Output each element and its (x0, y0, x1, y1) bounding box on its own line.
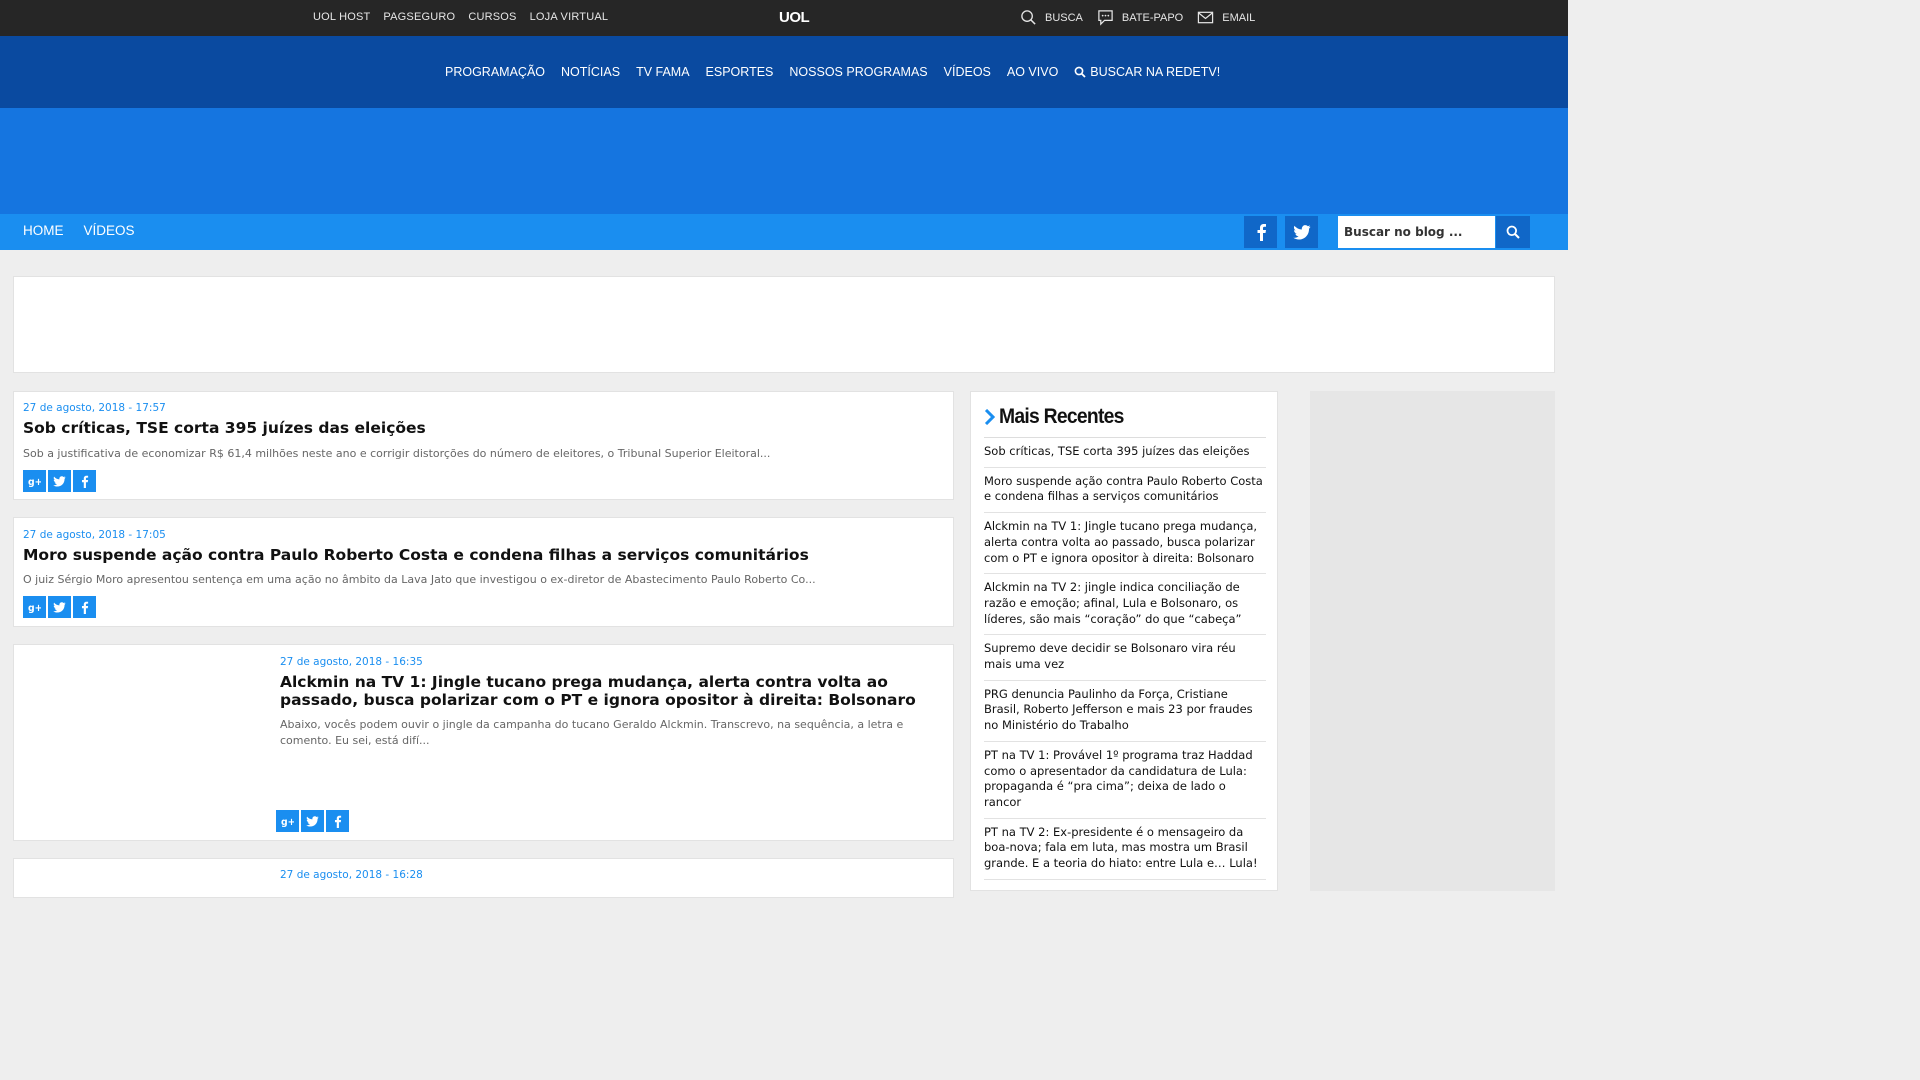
nav-programacao[interactable]: PROGRAMAÇÃO (445, 65, 545, 79)
facebook-icon (1257, 224, 1266, 241)
google-plus-share-button[interactable]: g+ (276, 810, 299, 832)
recent-posts-sidebar: Mais Recentes Sob críticas, TSE corta 39… (970, 391, 1278, 891)
uol-link-pagseguro[interactable]: PAGSEGURO (383, 11, 455, 23)
search-icon (1074, 66, 1086, 78)
post-excerpt: Sob a justificativa de economizar R$ 61,… (23, 447, 771, 460)
sidebar-title: Mais Recentes (999, 405, 1124, 428)
blog-nav-videos[interactable]: VÍDEOS (84, 223, 135, 238)
blog-banner (0, 108, 1568, 214)
recent-post-link[interactable]: PRG denuncia Paulinho da Força, Cristian… (984, 681, 1266, 742)
chevron-right-icon (984, 409, 995, 425)
google-plus-share-button[interactable]: g+ (23, 470, 46, 492)
blog-nav-bar: HOME VÍDEOS (0, 214, 1568, 250)
uol-left-links: UOL HOST PAGSEGURO CURSOS LOJA VIRTUAL (313, 11, 608, 23)
search-icon (1506, 225, 1520, 239)
post-excerpt: Abaixo, vocês podem ouvir o jingle da ca… (280, 718, 904, 747)
post-date: 27 de agosto, 2018 - 16:35 (280, 656, 423, 668)
facebook-button[interactable] (1244, 216, 1277, 248)
sidebar-heading: Mais Recentes (984, 405, 1135, 429)
post-date: 27 de agosto, 2018 - 17:05 (23, 529, 166, 541)
uol-link-loja-virtual[interactable]: LOJA VIRTUAL (530, 11, 609, 23)
share-buttons: g+ (23, 470, 96, 492)
uol-logo[interactable]: UOL (779, 9, 810, 26)
recent-post-link[interactable]: Moro suspende ação contra Paulo Roberto … (984, 468, 1266, 514)
post-title[interactable]: Alckmin na TV 1: Jingle tucano prega mud… (280, 673, 945, 709)
uol-email-label: EMAIL (1222, 11, 1256, 24)
post-card: 27 de agosto, 2018 - 17:57 Sob críticas,… (13, 391, 954, 500)
twitter-icon (53, 601, 66, 613)
twitter-icon (53, 475, 66, 487)
nav-tv-fama[interactable]: TV FAMA (636, 65, 689, 79)
nav-esportes[interactable]: ESPORTES (706, 65, 774, 79)
post-card: 27 de agosto, 2018 - 16:28 (13, 858, 954, 898)
recent-post-link[interactable]: PT na TV 2: Ex-presidente é o mensageiro… (984, 819, 1266, 880)
facebook-icon (81, 601, 89, 614)
uol-link-uol-host[interactable]: UOL HOST (313, 11, 370, 23)
recent-post-link[interactable]: Sob críticas, TSE corta 395 juízes das e… (984, 438, 1266, 468)
uol-link-cursos[interactable]: CURSOS (468, 11, 516, 23)
uol-top-bar: UOL HOST PAGSEGURO CURSOS LOJA VIRTUAL U… (0, 0, 1568, 36)
blog-search-button[interactable] (1496, 216, 1530, 248)
nav-buscar-redetv[interactable]: BUSCAR NA REDETV! (1074, 65, 1220, 79)
recent-posts-list: Sob críticas, TSE corta 395 juízes das e… (984, 438, 1266, 880)
share-buttons: g+ (276, 810, 349, 832)
recent-post-link[interactable]: Alckmin na TV 2: jingle indica conciliaç… (984, 574, 1266, 636)
facebook-share-button[interactable] (326, 810, 349, 832)
svg-text:g+: g+ (28, 477, 41, 488)
post-excerpt: O juiz Sérgio Moro apresentou sentença e… (23, 573, 816, 586)
google-plus-share-button[interactable]: g+ (23, 596, 46, 618)
recent-post-link[interactable]: Alckmin na TV 1: Jingle tucano prega mud… (984, 513, 1266, 575)
facebook-icon (334, 815, 342, 828)
mail-icon (1198, 11, 1214, 24)
blog-nav-home[interactable]: HOME (23, 223, 64, 238)
svg-text:g+: g+ (281, 817, 294, 828)
post-card: 27 de agosto, 2018 - 17:05 Moro suspende… (13, 517, 954, 627)
advertisement-box (13, 276, 1555, 373)
facebook-share-button[interactable] (73, 470, 96, 492)
redetv-nav-links: PROGRAMAÇÃO NOTÍCIAS TV FAMA ESPORTES NO… (445, 65, 1220, 79)
recent-post-link[interactable]: Supremo deve decidir se Bolsonaro vira r… (984, 635, 1266, 681)
twitter-icon (306, 815, 319, 827)
uol-bate-papo-label: BATE-PAPO (1121, 11, 1184, 24)
post-title[interactable]: Sob críticas, TSE corta 395 juízes das e… (23, 419, 943, 437)
google-plus-icon: g+ (281, 817, 294, 828)
share-buttons: g+ (23, 596, 96, 618)
post-date: 27 de agosto, 2018 - 17:57 (23, 402, 166, 414)
blog-search-input[interactable] (1338, 216, 1495, 248)
uol-bate-papo-link[interactable]: BATE-PAPO (1097, 9, 1183, 26)
recent-post-link[interactable]: PT na TV 1: Provável 1º programa traz Ha… (984, 742, 1266, 819)
uol-right-links: BUSCA BATE-PAPO EMAIL (1020, 9, 1255, 26)
nav-nossos-programas[interactable]: NOSSOS PROGRAMAS (789, 65, 927, 79)
twitter-share-button[interactable] (48, 470, 71, 492)
google-plus-icon: g+ (28, 603, 41, 614)
uol-busca-link[interactable]: BUSCA (1020, 9, 1083, 26)
nav-videos[interactable]: VÍDEOS (944, 65, 991, 79)
nav-buscar-label: BUSCAR NA REDETV! (1090, 65, 1221, 79)
uol-busca-label: BUSCA (1045, 11, 1083, 24)
post-date: 27 de agosto, 2018 - 16:28 (280, 869, 423, 881)
uol-email-link[interactable]: EMAIL (1197, 9, 1255, 26)
post-card: 27 de agosto, 2018 - 16:35 Alckmin na TV… (13, 644, 954, 841)
twitter-icon (1292, 224, 1310, 239)
post-title[interactable]: Moro suspende ação contra Paulo Roberto … (23, 546, 943, 564)
twitter-share-button[interactable] (48, 596, 71, 618)
chat-icon (1098, 10, 1113, 26)
nav-ao-vivo[interactable]: AO VIVO (1007, 65, 1058, 79)
google-plus-icon: g+ (28, 477, 41, 488)
nav-noticias[interactable]: NOTÍCIAS (561, 65, 620, 79)
blog-nav-links: HOME VÍDEOS (23, 223, 135, 238)
sidebar-advertisement (1310, 391, 1555, 891)
facebook-share-button[interactable] (73, 596, 96, 618)
redetv-main-nav: PROGRAMAÇÃO NOTÍCIAS TV FAMA ESPORTES NO… (0, 36, 1568, 108)
twitter-button[interactable] (1285, 216, 1318, 248)
search-icon (1021, 10, 1036, 25)
svg-text:g+: g+ (28, 603, 41, 614)
facebook-icon (81, 475, 89, 488)
twitter-share-button[interactable] (301, 810, 324, 832)
